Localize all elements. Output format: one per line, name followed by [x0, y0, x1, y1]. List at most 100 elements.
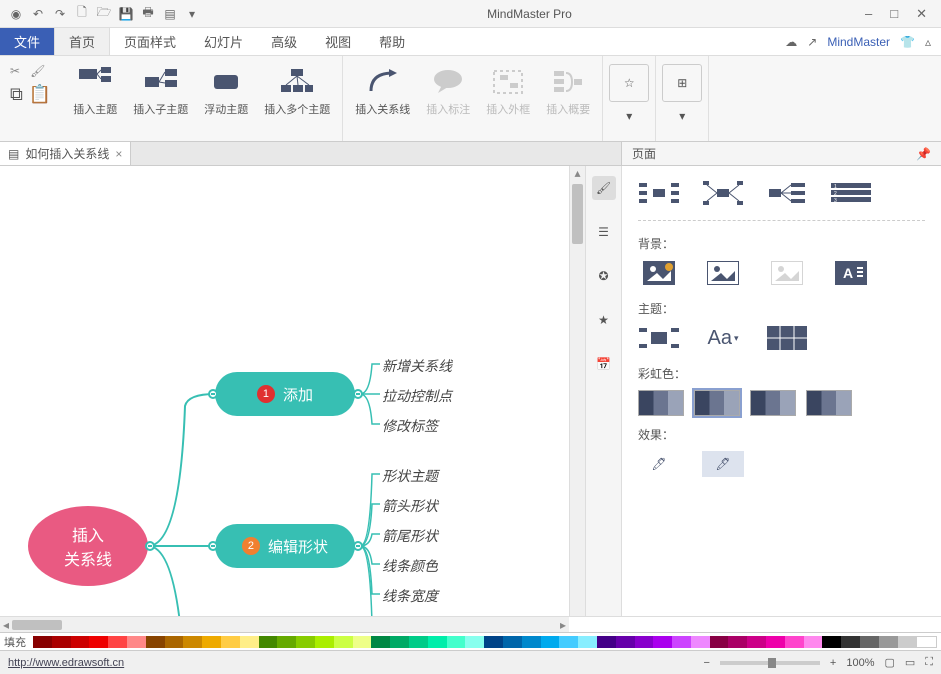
new-icon[interactable]: 🗋 [74, 6, 90, 22]
rainbow-swatch-4[interactable] [806, 390, 852, 416]
maximize-button[interactable]: □ [890, 6, 898, 22]
zoom-slider[interactable] [720, 661, 820, 665]
bg-option-4[interactable]: A [830, 260, 872, 286]
leaf[interactable]: 修改标签 [382, 416, 438, 436]
star-tab-icon[interactable]: ★ [592, 308, 616, 332]
rainbow-swatch-2[interactable] [694, 390, 740, 416]
format-painter-icon[interactable]: 🖌 [30, 64, 45, 78]
fit-width-icon[interactable]: ▭ [905, 656, 915, 669]
globe-icon[interactable]: ◉ [8, 6, 24, 22]
insert-boundary-button[interactable]: 插入外框 [480, 60, 536, 121]
effect-pen-2[interactable]: 🖊 [702, 451, 744, 477]
status-right: − + 100% ▢ ▭ ⛶ [703, 656, 933, 669]
menu-advanced[interactable]: 高级 [257, 28, 311, 55]
bg-option-2[interactable] [702, 260, 744, 286]
connector-icon[interactable] [208, 541, 218, 551]
rainbow-swatch-3[interactable] [750, 390, 796, 416]
app-title: MindMaster Pro [208, 7, 851, 21]
minimize-button[interactable]: – [865, 6, 872, 22]
layout-preset-4[interactable]: 123 [830, 180, 872, 206]
menu-file[interactable]: 文件 [0, 28, 54, 55]
leaf[interactable]: 拉动控制点 [382, 386, 452, 406]
insert-multiple-label: 插入多个主题 [264, 104, 330, 117]
svg-text:3: 3 [834, 198, 837, 204]
rainbow-swatch-1[interactable] [638, 390, 684, 416]
side-toolstrip: 🖌 ☰ ✪ ★ 📅 [585, 166, 621, 616]
bg-option-1[interactable] [638, 260, 680, 286]
fullscreen-icon[interactable]: ⛶ [925, 656, 933, 669]
horizontal-scrollbar[interactable]: ◂ ▸ [0, 616, 569, 632]
layout-button[interactable]: ⊞ [662, 64, 702, 102]
star-frame-dropdown[interactable]: ▾ [609, 106, 649, 126]
redo-icon[interactable]: ↷ [52, 6, 68, 22]
insert-relation-button[interactable]: 插入关系线 [349, 60, 416, 121]
menu-help[interactable]: 帮助 [365, 28, 419, 55]
star-frame-button[interactable]: ☆ [609, 64, 649, 102]
calendar-tab-icon[interactable]: 📅 [592, 352, 616, 376]
canvas[interactable]: 插入 关系线 1 添加 新增关系线 拉动控制点 修改标签 2 编辑形状 形状主题… [0, 166, 569, 616]
leaf[interactable]: 线条颜色 [382, 556, 438, 576]
zoom-in-icon[interactable]: + [830, 657, 836, 669]
leaf[interactable]: 箭尾形状 [382, 526, 438, 546]
layout-preset-1[interactable] [638, 180, 680, 206]
floating-topic-button[interactable]: 浮动主题 [198, 60, 254, 121]
print-icon[interactable]: 🖶 [140, 6, 156, 22]
document-tab[interactable]: ▤ 如何插入关系线 × [0, 142, 131, 165]
status-url[interactable]: http://www.edrawsoft.cn [8, 657, 124, 669]
connector-icon[interactable] [145, 541, 155, 551]
user-name[interactable]: MindMaster [827, 35, 890, 49]
bg-option-3[interactable] [766, 260, 808, 286]
color-swatches[interactable] [33, 636, 937, 648]
open-icon[interactable]: 🗁 [96, 6, 112, 22]
save-icon[interactable]: 💾 [118, 6, 134, 22]
copy-icon[interactable]: ⧉ [10, 84, 23, 105]
connector-icon[interactable] [353, 541, 363, 551]
insert-summary-button[interactable]: 插入概要 [540, 60, 596, 121]
theme-option-1[interactable] [638, 325, 680, 351]
paste-icon[interactable]: 📋 [29, 84, 51, 105]
panel-title-text: 页面 [632, 145, 656, 162]
layout-dropdown[interactable]: ▾ [662, 106, 702, 126]
connector-icon[interactable] [208, 389, 218, 399]
undo-icon[interactable]: ↶ [30, 6, 46, 22]
branch-1[interactable]: 1 添加 [215, 372, 355, 416]
menu-page-style[interactable]: 页面样式 [110, 28, 190, 55]
insert-subtopic-button[interactable]: 插入子主题 [127, 60, 194, 121]
leaf[interactable]: 箭头形状 [382, 496, 438, 516]
vertical-scrollbar[interactable]: ▴ [569, 166, 585, 616]
theme-color-option[interactable] [766, 325, 808, 351]
qat-dropdown-icon[interactable]: ▾ [184, 6, 200, 22]
menu-view[interactable]: 视图 [311, 28, 365, 55]
export-icon[interactable]: ▤ [162, 6, 178, 22]
theme-font-option[interactable]: Aa▾ [702, 325, 744, 351]
cloud-icon[interactable]: ☁ [785, 35, 797, 49]
layout-preset-3[interactable] [766, 180, 808, 206]
insert-callout-button[interactable]: 插入标注 [420, 60, 476, 121]
menu-home[interactable]: 首页 [54, 28, 110, 55]
leaf[interactable]: 线条宽度 [382, 586, 438, 606]
float-icon [208, 67, 244, 97]
leaf[interactable]: 新增关系线 [382, 356, 452, 376]
cut-icon[interactable]: ✂ [10, 64, 20, 78]
close-tab-icon[interactable]: × [115, 147, 122, 161]
branch-2[interactable]: 2 编辑形状 [215, 524, 355, 568]
shirt-icon[interactable]: 👕 [900, 35, 915, 49]
fit-page-icon[interactable]: ▢ [884, 656, 894, 669]
relation-group: 插入关系线 插入标注 插入外框 插入概要 [343, 56, 603, 141]
share-icon[interactable]: ↗ [807, 35, 817, 49]
collapse-ribbon-icon[interactable]: ▵ [925, 35, 931, 49]
effect-pen-1[interactable]: 🖊 [638, 451, 680, 477]
list-tab-icon[interactable]: ☰ [592, 220, 616, 244]
insert-topic-button[interactable]: 插入主题 [67, 60, 123, 121]
pin-icon[interactable]: 📌 [916, 147, 931, 161]
central-topic[interactable]: 插入 关系线 [28, 506, 148, 586]
insert-multiple-button[interactable]: 插入多个主题 [258, 60, 336, 121]
brush-tab-icon[interactable]: 🖌 [592, 176, 616, 200]
badge-tab-icon[interactable]: ✪ [592, 264, 616, 288]
layout-preset-2[interactable] [702, 180, 744, 206]
menu-slideshow[interactable]: 幻灯片 [190, 28, 257, 55]
leaf[interactable]: 形状主题 [382, 466, 438, 486]
close-button[interactable]: ✕ [916, 6, 927, 22]
connector-icon[interactable] [353, 389, 363, 399]
zoom-out-icon[interactable]: − [703, 657, 709, 669]
